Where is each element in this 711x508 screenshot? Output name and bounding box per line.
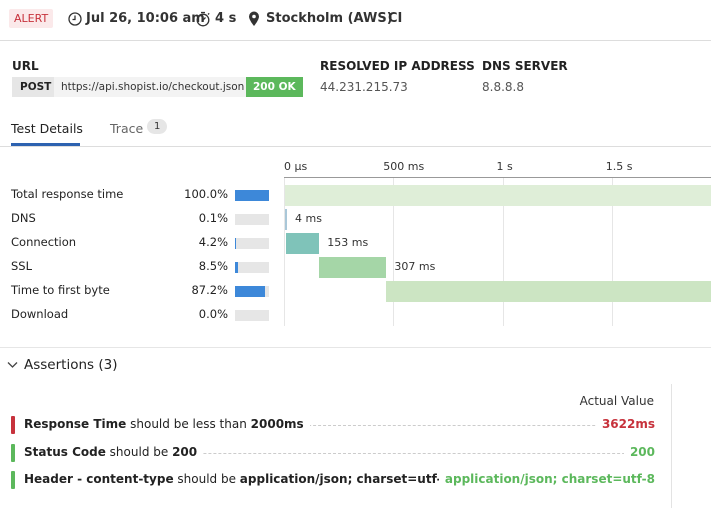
tag: CI: [388, 11, 403, 26]
assertion-row: Status Code should be 200 200: [11, 443, 655, 462]
timing-percent: 100.0%: [184, 187, 228, 201]
resolved-ip: 44.231.215.73: [320, 80, 408, 94]
percent-bar: [235, 286, 269, 297]
assertion-text: Response Time should be less than 2000ms: [24, 417, 310, 431]
status-badge: ALERT: [9, 9, 54, 28]
stopwatch-icon: [196, 11, 210, 27]
assertion-status-bar: [11, 471, 15, 489]
assertion-target: 200: [172, 444, 198, 459]
assertion-subject: Header - content-type: [24, 472, 174, 486]
timing-segment-label: 4 ms: [295, 212, 322, 225]
dns-server-label: DNS SERVER: [482, 59, 568, 73]
assertion-row: Header - content-type should be applicat…: [11, 471, 655, 489]
trace-count-badge: 1: [147, 119, 168, 134]
chevron-down-icon[interactable]: [7, 361, 18, 369]
timing-row-label: Download: [11, 307, 69, 321]
assertion-subject: Status Code: [24, 444, 106, 459]
assertion-operator: should be less than: [126, 417, 251, 431]
assertion-target: 2000ms: [250, 417, 304, 431]
assertion-text: Status Code should be 200: [24, 444, 204, 459]
location: Stockholm (AWS): [266, 11, 393, 26]
timing-segment: [319, 257, 387, 278]
assertion-row: Response Time should be less than 2000ms…: [11, 416, 655, 434]
timing-row-label: Time to first byte: [11, 283, 110, 297]
axis-tick-label: 1.5 s: [605, 160, 633, 173]
assertion-text: Header - content-type should be applicat…: [24, 472, 456, 486]
run-duration: 4 s: [215, 11, 237, 26]
timing-row-label: DNS: [11, 211, 36, 225]
assertions-divider: [0, 347, 711, 348]
axis-tick-label: 1 s: [496, 160, 513, 173]
clock-icon: [68, 12, 82, 26]
percent-bar-fill: [235, 238, 237, 249]
timing-row-label: Connection: [11, 235, 77, 249]
tab-trace[interactable]: Trace: [110, 121, 143, 136]
timing-row-label: SSL: [11, 259, 33, 273]
map-pin-icon: [249, 11, 259, 26]
percent-bar: [235, 310, 269, 321]
assertion-subject: Response Time: [24, 417, 127, 431]
timeline-axis: [284, 177, 711, 178]
timing-segment-label: 153 ms: [327, 236, 369, 249]
assertions-title[interactable]: Assertions (3): [24, 357, 117, 373]
tab-test-details[interactable]: Test Details: [11, 121, 83, 136]
status-code-badge: 200 OK: [246, 77, 303, 97]
axis-tick-label: 0 µs: [284, 160, 308, 173]
assertion-operator: should be: [105, 444, 173, 459]
assertion-actual-value: application/json; charset=utf-8: [438, 472, 655, 486]
url-label: URL: [12, 59, 39, 73]
timing-percent: 87.2%: [191, 283, 228, 297]
percent-bar: [235, 214, 269, 225]
timing-percent: 0.0%: [198, 307, 228, 321]
resolved-ip-label: RESOLVED IP ADDRESS: [320, 59, 475, 73]
assertion-status-bar: [11, 416, 15, 434]
run-time: Jul 26, 10:06 am: [86, 11, 205, 26]
percent-bar: [235, 262, 269, 273]
assertion-actual-value: 3622ms: [595, 417, 655, 431]
request-url[interactable]: https://api.shopist.io/checkout.json: [54, 77, 246, 97]
dns-server: 8.8.8.8: [482, 80, 524, 94]
percent-bar: [235, 190, 269, 201]
tab-divider: [0, 146, 711, 147]
assertion-target: application/json; charset=utf-8: [239, 472, 450, 486]
timing-segment-label: 307 ms: [394, 260, 436, 273]
assertion-operator: should be: [173, 472, 240, 486]
axis-tick-label: 500 ms: [383, 160, 425, 173]
assertion-status-bar: [11, 443, 15, 462]
percent-bar: [235, 238, 269, 249]
timing-percent: 0.1%: [198, 211, 228, 225]
timing-segment: [285, 209, 287, 230]
percent-bar-fill: [235, 190, 269, 201]
timing-segment: [285, 233, 320, 254]
timing-row-label: Total response time: [11, 187, 124, 201]
timing-percent: 4.2%: [198, 235, 228, 249]
timing-segment: [386, 281, 711, 302]
percent-bar-fill: [235, 262, 238, 273]
http-method: POST: [12, 77, 60, 97]
actual-value-header: Actual Value: [579, 394, 654, 408]
assertion-actual-value: 200: [623, 444, 655, 459]
panel-divider: [671, 384, 672, 508]
timing-segment: [285, 185, 711, 206]
timing-percent: 8.5%: [198, 259, 228, 273]
percent-bar-fill: [235, 286, 265, 297]
